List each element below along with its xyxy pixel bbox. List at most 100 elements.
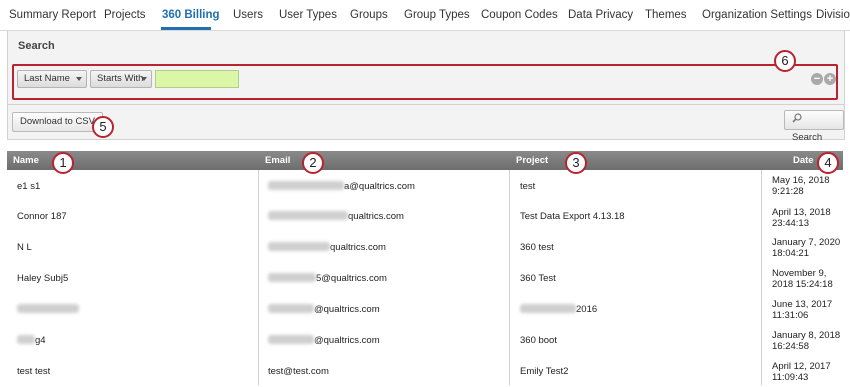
tab-organization-settings[interactable]: Organization Settings [702, 9, 812, 21]
minus-circle-icon[interactable]: − [811, 73, 823, 85]
redacted-text [520, 304, 576, 313]
callout-marker: 5 [92, 116, 114, 138]
redacted-text [268, 211, 348, 220]
cell-name: g4 [17, 335, 46, 346]
field-select[interactable]: Last Name [17, 70, 87, 88]
cell-project-text: 2016 [576, 304, 598, 315]
table-row[interactable]: N L qualtrics.com 360 test January 7, 20… [7, 232, 843, 263]
filter-row: Last Name Starts With − + [12, 64, 838, 100]
cell-date-line2: 11:31:06 [772, 310, 809, 321]
cell-email: @qualtrics.com [268, 304, 380, 315]
tab-division[interactable]: Division [816, 9, 850, 21]
cell-project: Emily Test2 [520, 366, 569, 377]
cell-project: 2016 [520, 304, 597, 315]
cell-name: test test [17, 366, 51, 377]
tab-users[interactable]: Users [233, 9, 263, 21]
redacted-text [268, 335, 314, 344]
search-panel-title: Search [18, 40, 55, 52]
callout-marker: 3 [565, 152, 587, 174]
admin-tab-bar: Summary Report Projects 360 Billing User… [0, 0, 850, 31]
active-tab-indicator [161, 27, 211, 30]
cell-email: qualtrics.com [268, 211, 404, 222]
tab-coupon-codes[interactable]: Coupon Codes [481, 9, 558, 21]
cell-email-text: qualtrics.com [330, 242, 386, 253]
operator-select[interactable]: Starts With [90, 70, 152, 88]
cell-date-line2: 9:21:28 [772, 186, 804, 197]
cell-date-line2: 18:04:21 [772, 248, 809, 259]
operator-select-value: Starts With [97, 73, 144, 84]
table-row[interactable]: @qualtrics.com 2016 June 13, 2017 11:31:… [7, 294, 843, 325]
search-button[interactable]: Search [784, 110, 844, 143]
download-csv-button[interactable]: Download to CSV [12, 112, 103, 132]
cell-date-line1: January 8, 2018 [772, 330, 841, 341]
tab-360-billing[interactable]: 360 Billing [162, 9, 220, 21]
search-panel: Search Last Name Starts With − + [7, 31, 845, 105]
cell-project: 360 boot [520, 335, 557, 346]
cell-email: @qualtrics.com [268, 335, 380, 346]
cell-date-line1: April 12, 2017 [772, 361, 831, 372]
field-select-value: Last Name [24, 73, 70, 84]
cell-email-text: 5@qualtrics.com [316, 273, 387, 284]
column-header-email[interactable]: Email [265, 155, 290, 166]
redacted-text [268, 304, 314, 313]
chevron-down-icon [141, 77, 147, 81]
cell-date-line1: April 13, 2018 [772, 207, 831, 218]
cell-name: e1 s1 [17, 181, 41, 192]
callout-marker: 4 [817, 152, 839, 174]
tab-projects[interactable]: Projects [104, 9, 146, 21]
callout-marker: 1 [52, 152, 74, 174]
plus-circle-icon[interactable]: + [824, 73, 836, 85]
callout-marker: 2 [302, 152, 324, 174]
cell-email-text: @qualtrics.com [314, 304, 380, 315]
cell-date-line2: 16:24:58 [772, 341, 809, 352]
cell-date-line1: January 7, 2020 [772, 237, 841, 248]
cell-email: 5@qualtrics.com [268, 273, 387, 284]
cell-date-line1: June 13, 2017 [772, 299, 833, 310]
cell-project: Test Data Export 4.13.18 [520, 211, 625, 222]
redacted-text [268, 242, 330, 251]
search-value-input[interactable] [155, 70, 239, 88]
tab-user-types[interactable]: User Types [279, 9, 337, 21]
magnifier-icon [792, 112, 802, 123]
redacted-text [268, 181, 344, 190]
cell-project: 360 test [520, 242, 554, 253]
cell-name: Connor 187 [17, 211, 67, 222]
table-row[interactable]: Haley Subj5 5@qualtrics.com 360 Test Nov… [7, 263, 843, 294]
tab-groups[interactable]: Groups [350, 9, 388, 21]
cell-name: N L [17, 242, 32, 253]
callout-marker: 6 [774, 50, 796, 72]
cell-date-line1: May 16, 2018 [772, 175, 830, 186]
table-row[interactable]: Connor 187 qualtrics.com Test Data Expor… [7, 201, 843, 232]
cell-date-line1: November 9, [772, 268, 827, 279]
cell-date-line2: 2018 15:24:18 [772, 279, 833, 290]
redacted-text [17, 304, 79, 313]
cell-date-line2: 11:09:43 [772, 372, 809, 383]
search-button-label: Search [792, 132, 823, 143]
cell-email: qualtrics.com [268, 242, 386, 253]
cell-email: a@qualtrics.com [268, 181, 415, 192]
chevron-down-icon [76, 77, 82, 81]
tab-data-privacy[interactable]: Data Privacy [568, 9, 633, 21]
cell-email-text: @qualtrics.com [314, 335, 380, 346]
tab-summary-report[interactable]: Summary Report [9, 9, 96, 21]
table-header: Name Email Project Date [7, 151, 843, 170]
cell-project: 360 Test [520, 273, 556, 284]
cell-email-text: qualtrics.com [348, 211, 404, 222]
cell-name-text: g4 [35, 335, 46, 346]
column-header-name[interactable]: Name [13, 155, 39, 166]
cell-name: Haley Subj5 [17, 273, 69, 284]
tab-themes[interactable]: Themes [645, 9, 687, 21]
cell-email: test@test.com [268, 366, 329, 377]
tab-group-types[interactable]: Group Types [404, 9, 470, 21]
cell-name [17, 304, 79, 315]
table-row[interactable]: g4 @qualtrics.com 360 boot January 8, 20… [7, 325, 843, 356]
redacted-text [268, 273, 316, 282]
column-header-project[interactable]: Project [516, 155, 548, 166]
cell-email-text: a@qualtrics.com [344, 181, 415, 192]
cell-date-line2: 23:44:13 [772, 218, 809, 229]
column-header-date[interactable]: Date [793, 155, 814, 166]
action-bar: Download to CSV Search [7, 104, 845, 143]
table-row[interactable]: test test test@test.com Emily Test2 Apri… [7, 356, 843, 387]
cell-project: test [520, 181, 536, 192]
table-row[interactable]: e1 s1 a@qualtrics.com test May 16, 2018 … [7, 170, 843, 201]
